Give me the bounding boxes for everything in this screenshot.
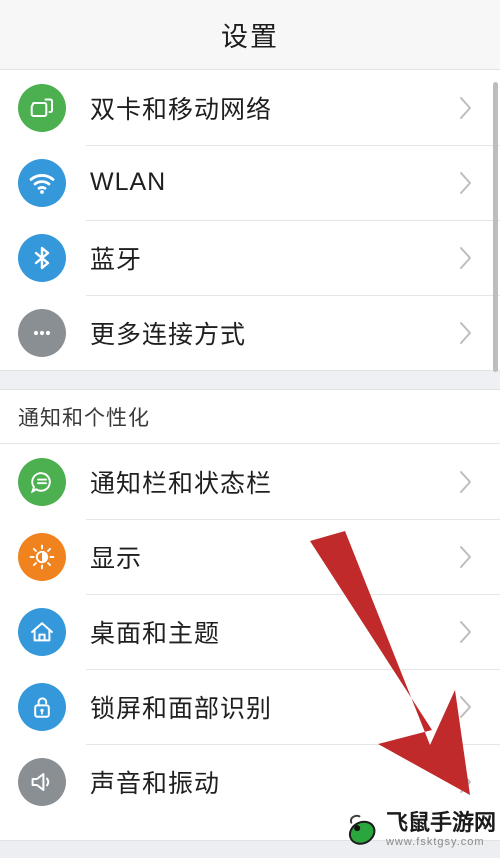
settings-screen: 设置 双卡和移动网络 WLAN 蓝牙 更多连接方式 通知和个性化 通知栏和状态栏…: [0, 0, 500, 858]
mouse-logo: [348, 814, 376, 845]
bluetooth-icon: [18, 233, 66, 282]
speaker-icon: [18, 757, 66, 806]
settings-row-label: WLAN: [90, 168, 167, 196]
watermark-text: 飞鼠手游网 www.fsktgsy.com: [386, 812, 496, 848]
watermark-url: www.fsktgsy.com: [385, 836, 485, 848]
settings-row-more-connections[interactable]: 更多连接方式: [0, 295, 500, 370]
settings-group-notifications-personalization: 通知栏和状态栏 显示 桌面和主题 锁屏和面部识别 声音和振动: [0, 444, 500, 819]
site-watermark: 飞鼠手游网 www.fsktgsy.com: [344, 808, 496, 852]
settings-row-label: 桌面和主题: [90, 620, 221, 648]
page-title: 设置: [221, 22, 279, 52]
wifi-icon: [18, 158, 66, 207]
unlocked-padlock-icon: [18, 682, 66, 731]
chevron-right-icon: [446, 321, 486, 345]
vertical-scrollbar[interactable]: [493, 82, 498, 372]
chevron-right-icon: [446, 545, 486, 569]
settings-group-connectivity: 双卡和移动网络 WLAN 蓝牙 更多连接方式: [0, 70, 500, 370]
watermark-site-name: 飞鼠手游网: [385, 810, 496, 835]
brightness-sun-icon: [18, 532, 66, 581]
chevron-right-icon: [446, 171, 486, 195]
section-header-label: 通知和个性化: [18, 405, 150, 430]
more-dots-icon: [18, 308, 66, 357]
section-separator: [0, 370, 500, 390]
settings-row-display[interactable]: 显示: [0, 519, 500, 594]
home-icon: [18, 607, 66, 656]
settings-row-bluetooth[interactable]: 蓝牙: [0, 220, 500, 295]
settings-row-label: 通知栏和状态栏: [90, 470, 273, 498]
settings-row-label: 蓝牙: [90, 246, 143, 274]
settings-row-home-screen-themes[interactable]: 桌面和主题: [0, 594, 500, 669]
settings-row-label: 更多连接方式: [90, 321, 247, 349]
settings-row-label: 双卡和移动网络: [90, 96, 273, 124]
settings-row-lockscreen-face-unlock[interactable]: 锁屏和面部识别: [0, 669, 500, 744]
settings-row-label: 显示: [90, 545, 143, 573]
chevron-right-icon: [446, 470, 486, 494]
settings-row-dual-sim-mobile-network[interactable]: 双卡和移动网络: [0, 70, 500, 145]
chevron-right-icon: [446, 770, 486, 794]
settings-row-wlan[interactable]: WLAN: [0, 145, 500, 220]
chat-bubble-icon: [18, 457, 66, 506]
chevron-right-icon: [446, 96, 486, 120]
settings-row-notification-status-bar[interactable]: 通知栏和状态栏: [0, 444, 500, 519]
settings-row-label: 锁屏和面部识别: [90, 695, 273, 723]
settings-row-label: 声音和振动: [90, 770, 221, 798]
chevron-right-icon: [446, 246, 486, 270]
app-titlebar: 设置: [0, 0, 500, 70]
chevron-right-icon: [446, 695, 486, 719]
chevron-right-icon: [446, 620, 486, 644]
section-header-notifications: 通知和个性化: [0, 390, 500, 444]
sim-cards-icon: [18, 83, 66, 132]
